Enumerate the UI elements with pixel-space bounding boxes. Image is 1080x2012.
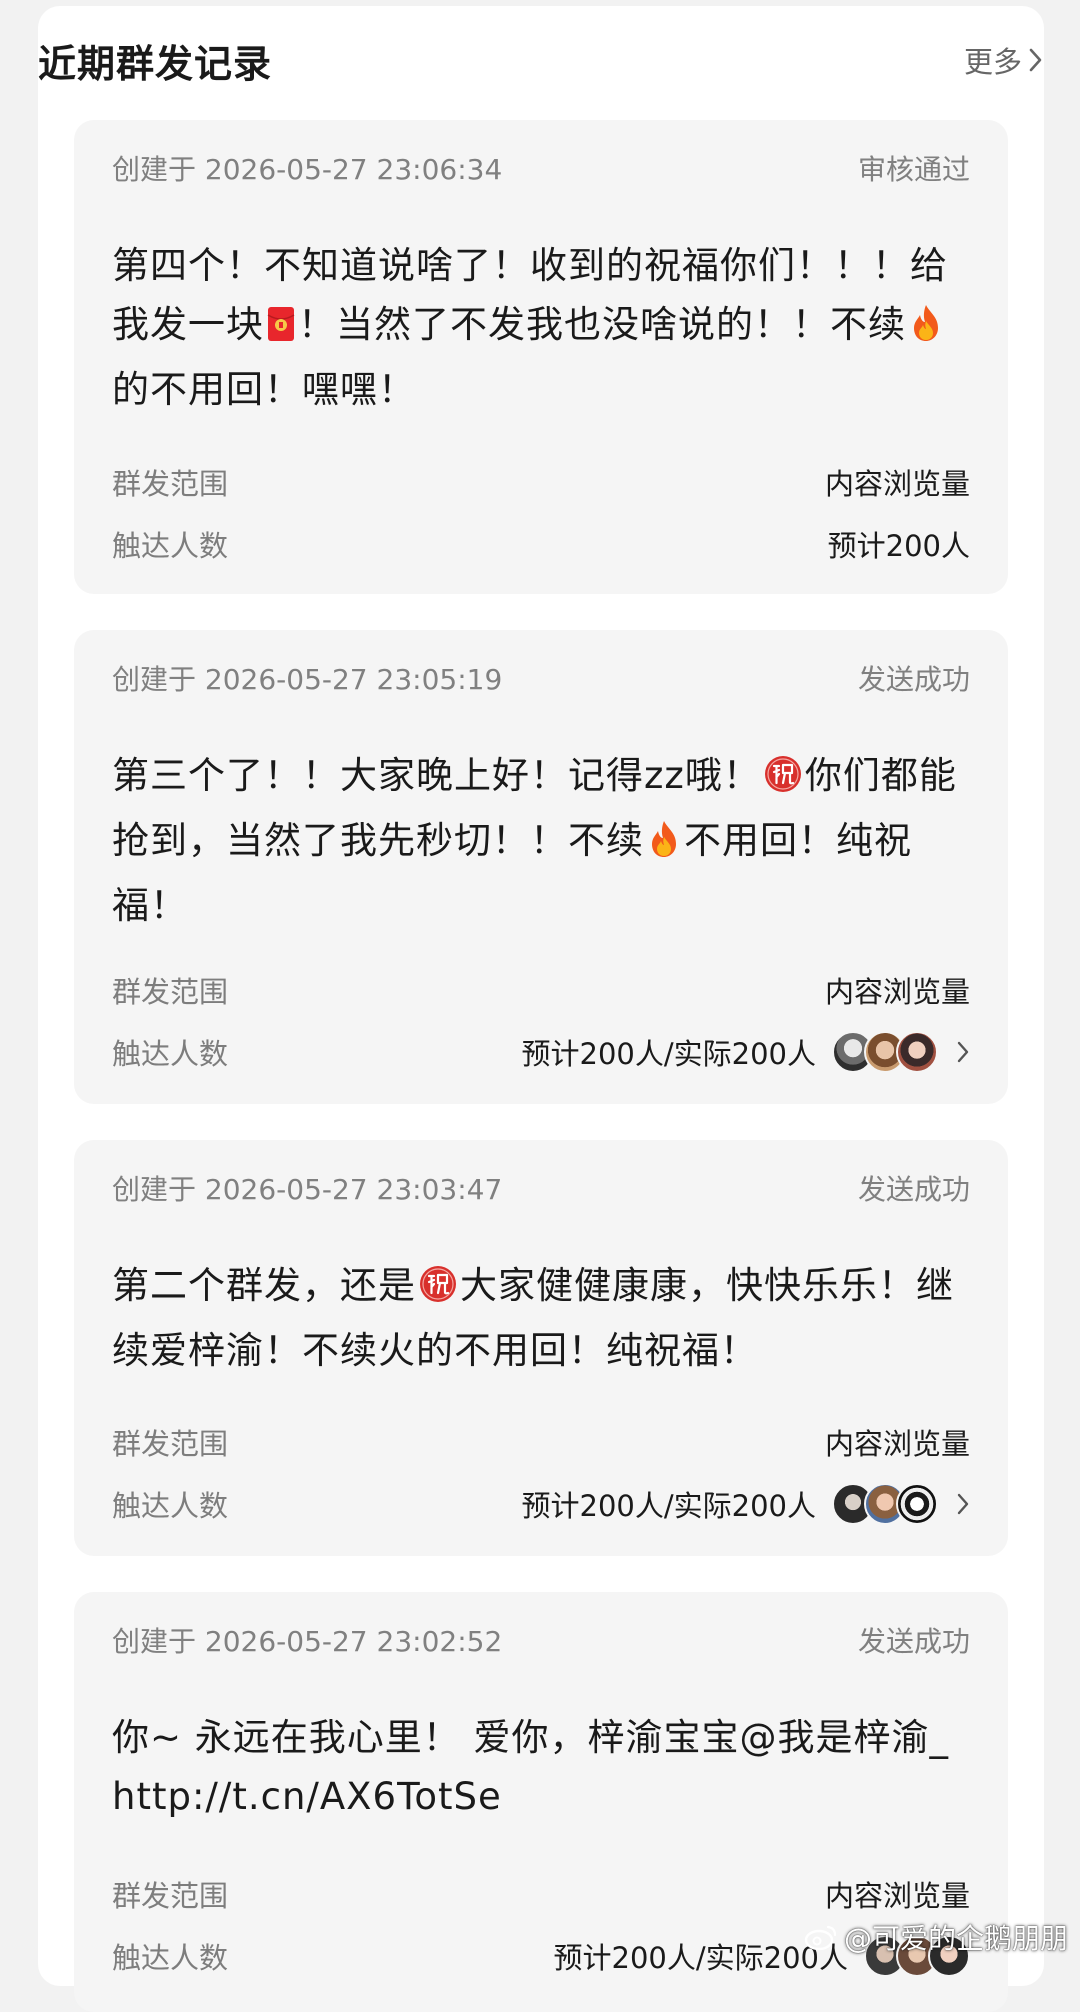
created-time: 创建于 2026-05-27 23:05:19 [112, 658, 502, 698]
created-time: 创建于 2026-05-27 23:03:47 [112, 1168, 502, 1208]
record-card[interactable]: 创建于 2026-05-27 23:06:34 审核通过 第四个！不知道说啥了！… [74, 120, 1008, 594]
status-badge: 发送成功 [858, 1168, 970, 1208]
weibo-logo-icon [804, 1923, 838, 1951]
scope-value: 内容浏览量 [825, 1873, 970, 1915]
message-text: 你~ 永远在我心里！ 爱你，梓渝宝宝@我是梓渝_ http://t.cn/AX6… [112, 1716, 949, 1818]
more-button[interactable]: 更多 [964, 39, 1044, 81]
message-text: 的不用回！嘿嘿！ [112, 368, 416, 411]
status-badge: 发送成功 [858, 1620, 970, 1660]
created-time: 创建于 2026-05-27 23:06:34 [112, 148, 502, 188]
avatar [896, 1031, 938, 1073]
zhu-blessing-icon [418, 1262, 458, 1321]
chevron-right-icon[interactable] [956, 1492, 970, 1516]
scope-label: 群发范围 [112, 1421, 228, 1463]
zhu-blessing-icon [763, 752, 803, 811]
created-time: 创建于 2026-05-27 23:02:52 [112, 1620, 502, 1660]
chevron-right-icon[interactable] [956, 1040, 970, 1064]
reach-value: 预计200人/实际200人 [522, 1031, 816, 1073]
panel-header: 近期群发记录 更多 [38, 30, 1044, 90]
weibo-watermark: @可爱的企鹅朋朋 [804, 1917, 1068, 1957]
fire-icon [646, 817, 682, 876]
fire-icon [908, 301, 944, 360]
message-text: 第二个群发，还是 [112, 1264, 416, 1307]
more-label: 更多 [964, 39, 1022, 81]
watermark-text: @可爱的企鹅朋朋 [844, 1917, 1068, 1957]
scope-value: 内容浏览量 [825, 969, 970, 1011]
reach-label: 触达人数 [112, 1483, 228, 1525]
viewer-avatars[interactable] [832, 1031, 938, 1073]
avatar [896, 1483, 938, 1525]
message-content: 你~ 永远在我心里！ 爱你，梓渝宝宝@我是梓渝_ http://t.cn/AX6… [112, 1708, 970, 1826]
status-badge: 审核通过 [858, 148, 970, 188]
reach-value: 预计200人/实际200人 [522, 1483, 816, 1525]
reach-label: 触达人数 [112, 1031, 228, 1073]
scope-label: 群发范围 [112, 461, 228, 503]
scope-value: 内容浏览量 [825, 1421, 970, 1463]
scope-value: 内容浏览量 [825, 461, 970, 503]
viewer-avatars[interactable] [832, 1483, 938, 1525]
page-title: 近期群发记录 [38, 33, 272, 88]
scope-label: 群发范围 [112, 1873, 228, 1915]
message-text: ！当然了不发我也没啥说的！！不续 [298, 303, 906, 346]
reach-value: 预计200人 [828, 523, 970, 565]
reach-label: 触达人数 [112, 523, 228, 565]
record-card[interactable]: 创建于 2026-05-27 23:05:19 发送成功 第三个了！！大家晚上好… [74, 630, 1008, 1104]
red-envelope-icon [266, 301, 296, 360]
message-text: 第三个了！！大家晚上好！记得zz哦！ [112, 754, 761, 797]
reach-label: 触达人数 [112, 1935, 228, 1977]
message-content: 第三个了！！大家晚上好！记得zz哦！你们都能抢到，当然了我先秒切！！不续不用回！… [112, 746, 970, 935]
status-badge: 发送成功 [858, 658, 970, 698]
message-content: 第四个！不知道说啥了！收到的祝福你们！！！给我发一块！当然了不发我也没啥说的！！… [112, 236, 970, 419]
scope-label: 群发范围 [112, 969, 228, 1011]
record-card[interactable]: 创建于 2026-05-27 23:03:47 发送成功 第二个群发，还是大家健… [74, 1140, 1008, 1556]
message-content: 第二个群发，还是大家健健康康，快快乐乐！继续爱梓渝！不续火的不用回！纯祝福！ [112, 1256, 970, 1380]
chevron-right-icon [1028, 46, 1044, 74]
